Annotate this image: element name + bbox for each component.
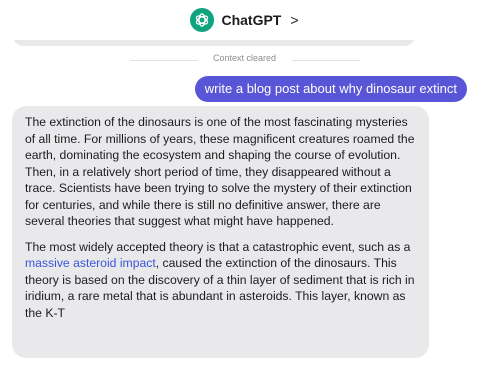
context-cleared-divider: Context cleared bbox=[0, 52, 489, 68]
assistant-message-bubble: The extinction of the dinosaurs is one o… bbox=[12, 106, 429, 358]
chevron-right-icon: > bbox=[290, 12, 299, 28]
chat-header: ChatGPT > bbox=[0, 0, 489, 40]
context-cleared-label: Context cleared bbox=[212, 53, 277, 63]
paragraph-text: The most widely accepted theory is that … bbox=[25, 239, 411, 254]
app-title: ChatGPT bbox=[221, 12, 282, 28]
chat-title-button[interactable]: ChatGPT > bbox=[190, 8, 299, 32]
assistant-paragraph: The most widely accepted theory is that … bbox=[25, 239, 419, 322]
user-message-bubble: write a blog post about why dinosaur ext… bbox=[194, 76, 467, 102]
assistant-paragraph: The extinction of the dinosaurs is one o… bbox=[25, 115, 415, 228]
openai-logo-icon bbox=[190, 8, 215, 32]
asteroid-impact-link[interactable]: massive asteroid impact bbox=[25, 256, 156, 270]
openai-knot-icon bbox=[196, 13, 209, 27]
